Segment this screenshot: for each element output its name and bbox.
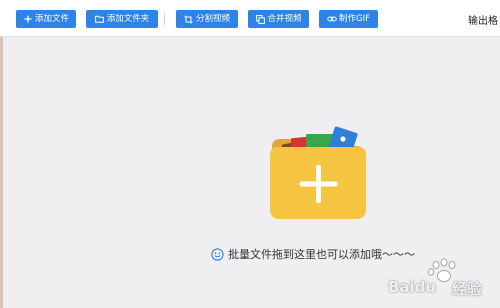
link-icon: [327, 14, 337, 24]
merge-video-button[interactable]: 合并视频: [248, 10, 309, 28]
add-file-button[interactable]: 添加文件: [16, 10, 76, 28]
baidu-jingyan-watermark: Baidu 经验: [386, 256, 498, 302]
drop-hint: 批量文件拖到这里也可以添加哦～～～: [211, 246, 415, 262]
output-format-label[interactable]: 输出格: [468, 12, 498, 27]
toolbar-divider: [164, 13, 165, 25]
add-folder-label: 添加文件夹: [106, 14, 150, 24]
toolbar: 添加文件 添加文件夹 分割视频 合并视频 制作GIF 输出格: [0, 0, 500, 37]
split-video-button[interactable]: 分割视频: [176, 10, 238, 28]
make-gif-label: 制作GIF: [339, 14, 370, 24]
crop-icon: [184, 14, 194, 24]
copy-icon: [255, 14, 265, 24]
folder-icon: [95, 14, 105, 24]
add-file-label: 添加文件: [34, 14, 69, 24]
folder-plus-icon[interactable]: [266, 125, 370, 221]
smile-icon: [211, 247, 224, 261]
watermark-brand: Baidu: [388, 278, 437, 296]
make-gif-button[interactable]: 制作GIF: [319, 10, 378, 28]
plus-icon: [23, 14, 33, 24]
add-folder-button[interactable]: 添加文件夹: [86, 10, 158, 28]
split-video-label: 分割视频: [195, 14, 230, 24]
watermark-suffix: 经验: [452, 280, 483, 298]
app-window: 添加文件 添加文件夹 分割视频 合并视频 制作GIF 输出格 批量文件拖到这里也…: [0, 0, 500, 308]
merge-video-label: 合并视频: [267, 14, 302, 24]
